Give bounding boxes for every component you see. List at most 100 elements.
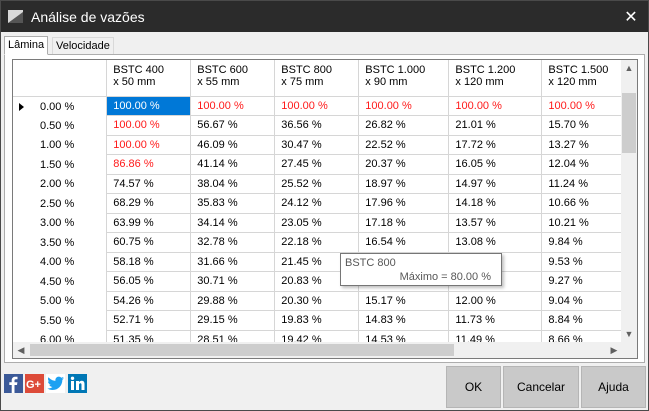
grid-cell[interactable]: 14.97 % <box>448 174 543 194</box>
grid-cell[interactable]: 24.12 % <box>274 193 360 214</box>
grid-cell[interactable]: 13.08 % <box>448 232 543 253</box>
grid-cell[interactable]: 30.71 % <box>190 271 276 292</box>
grid-cell[interactable]: 54.26 % <box>106 291 192 311</box>
grid-cell[interactable]: 11.49 % <box>448 330 543 342</box>
row-header[interactable]: 1.50 % <box>13 154 108 174</box>
grid-cell[interactable]: 68.29 % <box>106 193 192 214</box>
grid-cell[interactable]: 13.27 % <box>541 135 622 155</box>
grid-cell[interactable]: 21.01 % <box>448 115 543 136</box>
grid-cell[interactable]: 56.67 % <box>190 115 276 136</box>
grid-cell[interactable]: 22.52 % <box>358 135 450 155</box>
row-header[interactable]: 0.00 % <box>13 96 108 116</box>
grid-cell[interactable]: 52.71 % <box>106 310 192 331</box>
grid-cell[interactable]: 86.86 % <box>106 154 192 175</box>
grid-cell[interactable]: 46.09 % <box>190 135 276 155</box>
row-header[interactable]: 2.50 % <box>13 193 108 213</box>
grid-cell[interactable]: 14.83 % <box>358 310 450 331</box>
row-header[interactable]: 3.00 % <box>13 213 108 233</box>
google-plus-icon[interactable]: G+ <box>25 374 44 393</box>
row-header[interactable]: 1.00 % <box>13 135 108 155</box>
grid-cell[interactable]: 100.00 % <box>106 115 192 136</box>
row-header[interactable]: 5.00 % <box>13 291 108 311</box>
horizontal-scroll-thumb[interactable] <box>30 344 454 356</box>
grid-cell[interactable]: 27.45 % <box>274 154 360 175</box>
grid-cell[interactable]: 8.66 % <box>541 330 622 342</box>
grid-cell[interactable]: 100.00 % <box>106 96 192 116</box>
grid-cell[interactable]: 15.70 % <box>541 115 622 136</box>
grid-cell[interactable]: 16.54 % <box>358 232 450 253</box>
grid-cell[interactable]: 38.04 % <box>190 174 276 194</box>
grid-cell[interactable]: 51.35 % <box>106 330 192 342</box>
grid-cell[interactable]: 100.00 % <box>448 96 543 116</box>
grid-cell[interactable]: 16.05 % <box>448 154 543 175</box>
row-header[interactable]: 3.50 % <box>13 232 108 252</box>
grid-cell[interactable]: 10.21 % <box>541 213 622 233</box>
grid-cell[interactable]: 100.00 % <box>106 135 192 155</box>
grid-cell[interactable]: 17.72 % <box>448 135 543 155</box>
grid-cell[interactable]: 35.83 % <box>190 193 276 214</box>
grid-cell[interactable]: 20.30 % <box>274 291 360 311</box>
row-header[interactable]: 5.50 % <box>13 310 108 330</box>
grid-cell[interactable]: 11.73 % <box>448 310 543 331</box>
grid-cell[interactable]: 9.27 % <box>541 271 622 292</box>
grid-cell[interactable]: 10.66 % <box>541 193 622 214</box>
grid-cell[interactable]: 23.05 % <box>274 213 360 233</box>
grid-cell[interactable]: 26.82 % <box>358 115 450 136</box>
row-header[interactable]: 0.50 % <box>13 115 108 135</box>
grid-cell[interactable]: 28.51 % <box>190 330 276 342</box>
vertical-scroll-thumb[interactable] <box>622 93 636 153</box>
column-header[interactable]: BSTC 800 x 75 mm <box>274 60 360 97</box>
twitter-icon[interactable] <box>46 374 65 393</box>
row-header[interactable]: 4.00 % <box>13 252 108 272</box>
vertical-scrollbar[interactable]: ▲ ▼ <box>621 60 637 342</box>
linkedin-icon[interactable] <box>68 374 87 393</box>
grid-cell[interactable]: 25.52 % <box>274 174 360 194</box>
grid-cell[interactable]: 100.00 % <box>541 96 622 116</box>
row-header[interactable]: 2.00 % <box>13 174 108 194</box>
horizontal-scrollbar[interactable]: ◀ ▶ <box>13 342 622 358</box>
grid-cell[interactable]: 30.47 % <box>274 135 360 155</box>
column-header[interactable]: BSTC 400 x 50 mm <box>106 60 192 97</box>
grid-cell[interactable]: 41.14 % <box>190 154 276 175</box>
grid-cell[interactable]: 74.57 % <box>106 174 192 194</box>
column-header[interactable]: BSTC 1.000 x 90 mm <box>358 60 450 97</box>
grid-cell[interactable]: 19.83 % <box>274 310 360 331</box>
column-header[interactable]: BSTC 600 x 55 mm <box>190 60 276 97</box>
row-header[interactable]: 6.00 % <box>13 330 108 342</box>
grid-cell[interactable]: 32.78 % <box>190 232 276 253</box>
grid-cell[interactable]: 9.04 % <box>541 291 622 311</box>
grid-cell[interactable]: 11.24 % <box>541 174 622 194</box>
grid-cell[interactable]: 36.56 % <box>274 115 360 136</box>
grid-cell[interactable]: 17.96 % <box>358 193 450 214</box>
facebook-icon[interactable] <box>4 374 23 393</box>
ok-button[interactable]: OK <box>446 366 501 408</box>
grid-cell[interactable]: 9.84 % <box>541 232 622 253</box>
grid-cell[interactable]: 29.88 % <box>190 291 276 311</box>
grid-cell[interactable]: 14.53 % <box>358 330 450 342</box>
help-button[interactable]: Ajuda <box>581 366 646 408</box>
grid-cell[interactable]: 100.00 % <box>358 96 450 116</box>
grid-cell[interactable]: 100.00 % <box>274 96 360 116</box>
tab-velocidade[interactable]: Velocidade <box>52 37 114 54</box>
grid-cell[interactable]: 17.18 % <box>358 213 450 233</box>
scroll-down-icon[interactable]: ▼ <box>621 326 637 342</box>
grid-cell[interactable]: 14.18 % <box>448 193 543 214</box>
grid-cell[interactable]: 9.53 % <box>541 252 622 272</box>
column-header[interactable]: BSTC 1.500 x 120 mm <box>541 60 622 97</box>
grid-cell[interactable]: 29.15 % <box>190 310 276 331</box>
grid-cell[interactable]: 34.14 % <box>190 213 276 233</box>
grid-cell[interactable]: 12.00 % <box>448 291 543 311</box>
grid-cell[interactable]: 60.75 % <box>106 232 192 253</box>
column-header[interactable]: BSTC 1.200 x 120 mm <box>448 60 543 97</box>
scroll-left-icon[interactable]: ◀ <box>13 342 29 358</box>
tab-lamina[interactable]: Lâmina <box>4 36 49 55</box>
grid-cell[interactable]: 18.97 % <box>358 174 450 194</box>
grid-cell[interactable]: 13.57 % <box>448 213 543 233</box>
grid-cell[interactable]: 56.05 % <box>106 271 192 292</box>
grid-cell[interactable]: 31.66 % <box>190 252 276 272</box>
grid-cell[interactable]: 19.42 % <box>274 330 360 342</box>
cancel-button[interactable]: Cancelar <box>503 366 579 408</box>
row-header[interactable]: 4.50 % <box>13 271 108 291</box>
close-button[interactable]: ✕ <box>614 1 648 32</box>
grid-cell[interactable]: 8.84 % <box>541 310 622 331</box>
